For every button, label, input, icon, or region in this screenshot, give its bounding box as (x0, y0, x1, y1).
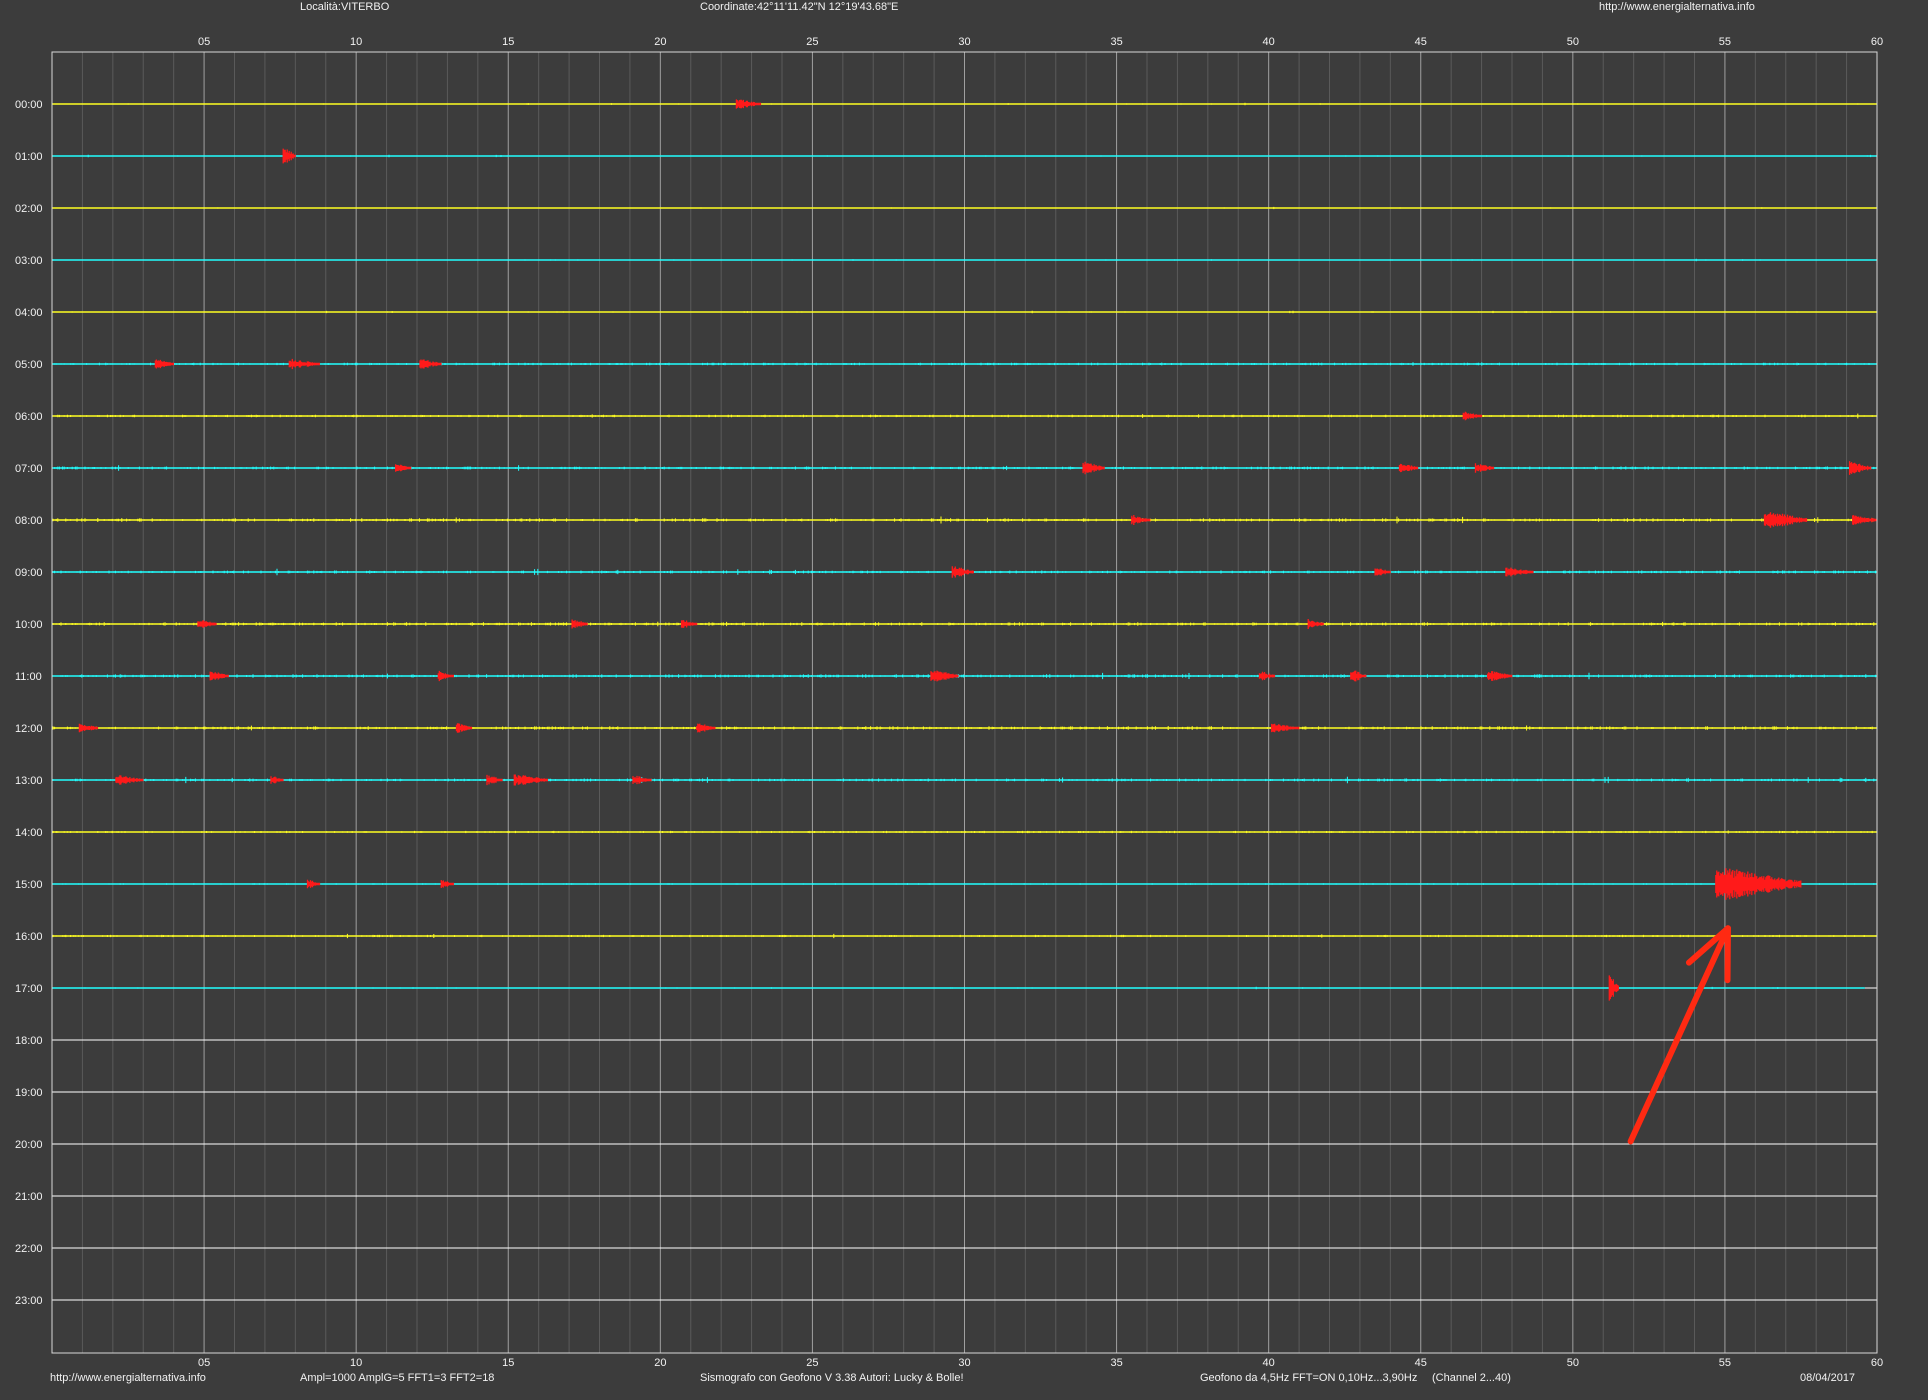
hour-label: 17:00 (15, 983, 43, 995)
x-tick-label-top: 05 (198, 36, 210, 48)
hour-label: 16:00 (15, 931, 43, 943)
trace-noise (52, 986, 1865, 990)
hour-label: 08:00 (15, 515, 43, 527)
event-marker (930, 670, 959, 682)
x-tick-label-top: 55 (1719, 36, 1731, 48)
hour-label: 15:00 (15, 879, 43, 891)
event-marker (1374, 568, 1391, 576)
x-tick-label-bottom: 50 (1567, 1357, 1579, 1369)
x-tick-label-top: 30 (958, 36, 970, 48)
x-tick-label-bottom: 25 (806, 1357, 818, 1369)
hour-label: 23:00 (15, 1295, 43, 1307)
hour-label: 03:00 (15, 255, 43, 267)
hour-label: 00:00 (15, 99, 43, 111)
event-marker (288, 358, 320, 370)
event-marker (154, 359, 175, 369)
x-tick-label-bottom: 35 (1110, 1357, 1122, 1369)
hour-label: 18:00 (15, 1035, 43, 1047)
event-marker (513, 774, 548, 786)
hour-label: 13:00 (15, 775, 43, 787)
hour-label: 12:00 (15, 723, 43, 735)
hour-label: 06:00 (15, 411, 43, 423)
event-marker (1398, 463, 1419, 473)
footer-channel: (Channel 2...40) (1432, 1372, 1511, 1384)
event-marker (951, 566, 974, 578)
event-marker (1487, 671, 1513, 681)
x-tick-label-top: 15 (502, 36, 514, 48)
x-tick-label-top: 60 (1871, 36, 1883, 48)
event-marker (1307, 619, 1324, 629)
hour-label: 09:00 (15, 567, 43, 579)
x-tick-label-bottom: 15 (502, 1357, 514, 1369)
hour-labels: 00:00 01:00 02:00 03:00 04:00 05:00 06:00 07:00… (15, 99, 43, 1307)
footer-sensor: Geofono da 4,5Hz FFT=ON 0,10Hz...3,90Hz (1200, 1372, 1418, 1384)
event-marker (1474, 463, 1495, 473)
grid (81, 52, 1848, 1353)
x-tick-label-bottom: 60 (1871, 1357, 1883, 1369)
event-marker (209, 671, 229, 681)
hour-label: 02:00 (15, 203, 43, 215)
hour-label: 04:00 (15, 307, 43, 319)
hour-label: 05:00 (15, 359, 43, 371)
hour-label: 20:00 (15, 1139, 43, 1151)
event-marker (437, 670, 454, 682)
hour-label: 07:00 (15, 463, 43, 475)
event-marker (1848, 461, 1872, 475)
event-marker (197, 620, 217, 628)
x-tick-label-top: 40 (1263, 36, 1275, 48)
x-tick-label-bottom: 30 (958, 1357, 970, 1369)
footer-software: Sismografo con Geofono V 3.38 Autori: Lu… (700, 1372, 964, 1384)
x-tick-label-bottom: 20 (654, 1357, 666, 1369)
x-tick-label-bottom: 55 (1719, 1357, 1731, 1369)
event-marker (486, 774, 503, 786)
event-marker (1852, 515, 1878, 525)
event-marker (1462, 411, 1482, 421)
x-tick-label-bottom: 10 (350, 1357, 362, 1369)
event-marker (1505, 567, 1534, 577)
x-tick-label-bottom: 45 (1415, 1357, 1427, 1369)
footer-url: http://www.energialternativa.info (50, 1372, 206, 1384)
event-marker (1271, 723, 1300, 733)
x-tick-label-top: 35 (1110, 36, 1122, 48)
hour-label: 21:00 (15, 1191, 43, 1203)
x-tick-label-bottom: 05 (198, 1357, 210, 1369)
x-tick-label-top: 50 (1567, 36, 1579, 48)
helicorder-chart: 05 05 10 10 15 15 20 20 25 25 30 30 35 35 40 40 45 45 50 50… (15, 36, 1883, 1369)
event-marker (696, 723, 716, 733)
footer-params: Ampl=1000 AmplG=5 FFT1=3 FFT2=18 (300, 1372, 495, 1384)
event-marker (395, 464, 412, 472)
event-marker (1258, 671, 1276, 681)
event-marker (571, 619, 588, 629)
annotation-arrow (1627, 925, 1731, 1145)
hour-label: 19:00 (15, 1087, 43, 1099)
event-marker (306, 879, 321, 889)
hour-label: 11:00 (15, 671, 42, 683)
hour-label: 14:00 (15, 827, 43, 839)
event-marker (1715, 868, 1802, 900)
event-markers (78, 99, 1878, 1001)
event-marker (680, 620, 698, 628)
arrow-shaft (1627, 925, 1731, 1145)
x-tick-labels: 05 05 10 10 15 15 20 20 25 25 30 30 35 35 40 40 45 45 50 50… (198, 36, 1883, 1369)
hour-label: 10:00 (15, 619, 43, 631)
event-marker (1350, 670, 1367, 682)
hour-label: 22:00 (15, 1243, 43, 1255)
event-marker (735, 99, 762, 109)
event-marker (270, 776, 284, 784)
footer-date: 08/04/2017 (1800, 1372, 1856, 1384)
x-tick-label-top: 25 (806, 36, 818, 48)
event-marker (1608, 975, 1619, 1001)
event-marker (455, 723, 473, 733)
event-marker (115, 775, 144, 785)
x-tick-label-bottom: 40 (1263, 1357, 1275, 1369)
x-tick-label-top: 10 (350, 36, 362, 48)
x-tick-label-top: 20 (654, 36, 666, 48)
event-marker (282, 148, 296, 164)
hour-label: 01:00 (15, 151, 43, 163)
x-tick-label-top: 45 (1415, 36, 1427, 48)
event-marker (419, 359, 442, 369)
